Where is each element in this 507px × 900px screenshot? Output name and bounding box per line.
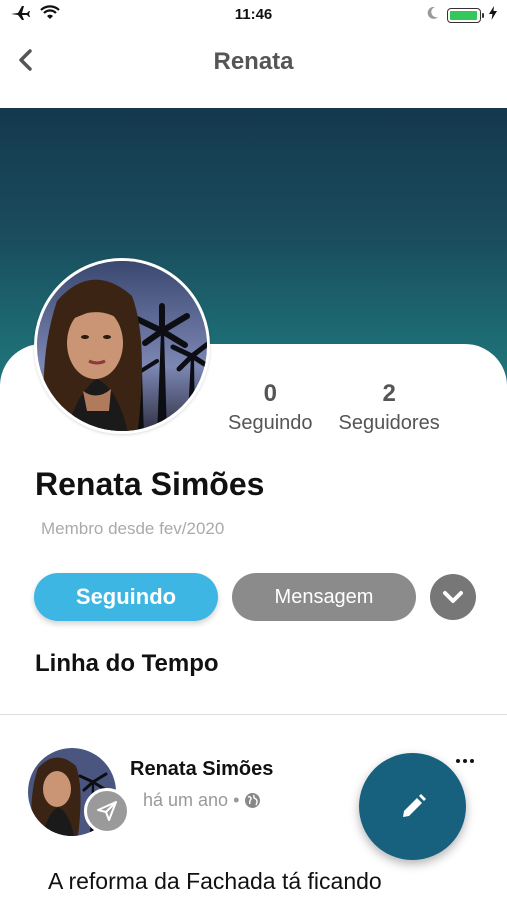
timeline-title: Linha do Tempo	[35, 650, 219, 677]
chevron-left-icon	[19, 49, 32, 71]
stat-following[interactable]: 0 Seguindo	[228, 380, 313, 435]
battery-fill	[450, 10, 477, 20]
post-menu-button[interactable]	[452, 752, 478, 770]
stat-followers-label: Seguidores	[338, 412, 440, 434]
pencil-icon	[402, 793, 426, 817]
following-button[interactable]: Seguindo	[34, 573, 218, 621]
airplane-icon	[10, 5, 30, 25]
charging-bolt-icon	[489, 6, 497, 24]
post-time: há um ano	[143, 790, 229, 810]
chevron-down-icon	[443, 591, 463, 603]
back-button[interactable]	[10, 44, 42, 76]
message-button[interactable]: Mensagem	[232, 573, 416, 621]
page-title: Renata	[213, 48, 294, 75]
stat-followers-count: 2	[382, 380, 396, 407]
member-since: Membro desde fev/2020	[41, 519, 225, 538]
more-options-button[interactable]	[430, 574, 476, 620]
status-right	[427, 6, 497, 24]
status-bar: 11:46	[0, 0, 507, 30]
nav-bar: Renata	[0, 30, 507, 94]
profile-stats: 0 Seguindo 2 Seguidores	[228, 380, 440, 435]
battery-icon	[447, 7, 484, 23]
profile-avatar[interactable]	[34, 258, 210, 434]
stat-following-count: 0	[263, 380, 277, 407]
stat-following-label: Seguindo	[228, 412, 313, 434]
status-left	[10, 5, 60, 25]
profile-actions: Seguindo Mensagem	[34, 573, 476, 621]
globe-icon	[245, 793, 261, 808]
post-meta: há um ano •	[143, 790, 261, 811]
stat-followers[interactable]: 2 Seguidores	[339, 380, 440, 435]
wifi-icon	[40, 5, 60, 25]
paper-plane-icon	[97, 801, 117, 821]
post-badge	[84, 788, 130, 834]
post-author-name[interactable]: Renata Simões	[130, 758, 273, 781]
post-text: A reforma da Fachada tá ficando	[48, 868, 382, 894]
divider	[0, 714, 507, 715]
profile-name: Renata Simões	[35, 466, 265, 502]
moon-icon	[427, 6, 439, 24]
post-meta-separator: •	[233, 790, 240, 810]
compose-button[interactable]	[359, 753, 466, 860]
